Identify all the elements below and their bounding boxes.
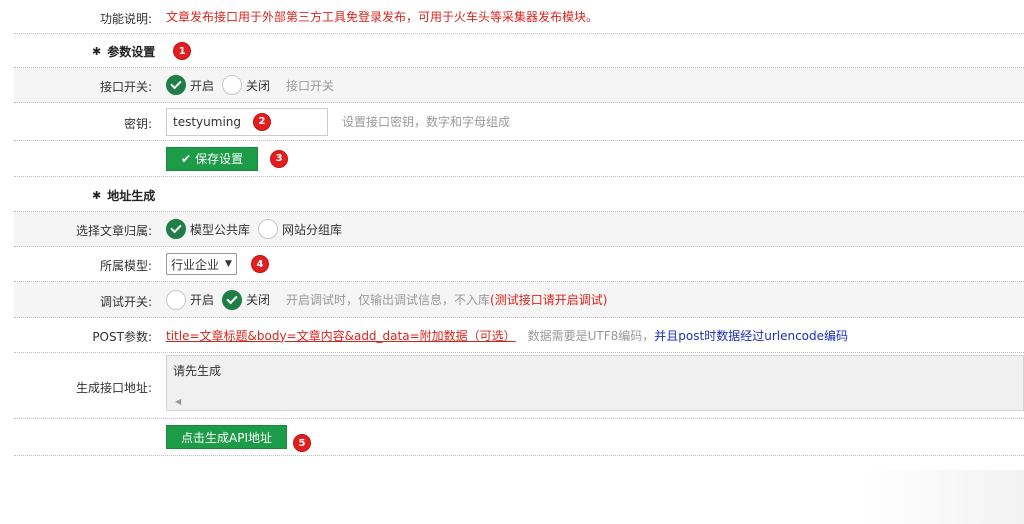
belong-public-radio[interactable]: 模型公共库 bbox=[166, 219, 250, 239]
interface-switch-group: 开启 关闭 接口开关 bbox=[166, 68, 334, 102]
secret-hint: 设置接口密钥，数字和字母组成 bbox=[342, 115, 511, 129]
badge-1: 1 bbox=[173, 42, 192, 60]
debug-group: 开启 关闭 开启调试时，仅输出调试信息，不入库 (测试接口请开启调试) bbox=[166, 282, 607, 317]
debug-hint: 开启调试时，仅输出调试信息，不入库 bbox=[286, 293, 491, 307]
belong-group-label: 网站分组库 bbox=[282, 222, 343, 237]
debug-off-label: 关闭 bbox=[246, 293, 271, 307]
gen-addr-value: 请先生成 bbox=[173, 364, 222, 378]
generate-api-button[interactable]: 点击生成API地址 bbox=[166, 425, 287, 449]
interface-off-radio[interactable]: 关闭 bbox=[222, 75, 270, 95]
model-select-value: 行业企业 bbox=[171, 257, 220, 272]
gen-addr-textarea[interactable]: 请先生成 ◀ bbox=[166, 355, 1024, 411]
belong-public-label: 模型公共库 bbox=[190, 222, 251, 237]
check-icon bbox=[166, 219, 186, 239]
debug-row: 调试开关: 开启 关闭 开启调试时，仅输出调试信息，不入库 (测试接口请开启调试… bbox=[14, 282, 1024, 318]
secret-input[interactable]: testyuming 2 bbox=[166, 107, 328, 136]
badge-3: 3 bbox=[270, 149, 289, 168]
section-params-title: 参数设置 bbox=[107, 44, 156, 59]
post-params-link[interactable]: title=文章标题&body=文章内容&add_data=附加数据（可选） bbox=[166, 327, 516, 344]
interface-switch-hint: 接口开关 bbox=[286, 78, 335, 93]
section-addr-title-wrap: ✱ 地址生成 bbox=[92, 187, 155, 204]
gen-button-cell: 点击生成API地址 5 bbox=[166, 419, 311, 455]
decorative-fade bbox=[860, 470, 1024, 524]
secret-cell: testyuming 2 设置接口密钥，数字和字母组成 bbox=[166, 103, 510, 140]
debug-on-label: 开启 bbox=[190, 293, 215, 307]
interface-on-label: 开启 bbox=[190, 78, 215, 93]
section-params-title-wrap: ✱ 参数设置 1 bbox=[92, 42, 192, 60]
check-icon bbox=[166, 75, 186, 95]
gen-addr-row: 生成接口地址: 请先生成 ◀ bbox=[14, 353, 1024, 419]
post-note-blue: 并且post时数据经过urlencode编码 bbox=[654, 328, 849, 343]
belong-group-radio[interactable]: 网站分组库 bbox=[258, 219, 342, 239]
belong-label: 选择文章归属: bbox=[75, 224, 152, 238]
section-params: ✱ 参数设置 1 bbox=[14, 34, 1024, 68]
model-select[interactable]: 行业企业 ▼ bbox=[166, 253, 237, 275]
gear-icon: ✱ bbox=[92, 189, 102, 202]
save-button[interactable]: ✔ 保存设置 bbox=[166, 146, 259, 171]
section-addr: ✱ 地址生成 bbox=[14, 177, 1024, 212]
secret-value: testyuming bbox=[173, 114, 241, 129]
section-addr-title: 地址生成 bbox=[107, 189, 156, 203]
belong-group: 模型公共库 网站分组库 bbox=[166, 212, 350, 246]
check-icon: ✔ bbox=[181, 151, 192, 166]
debug-hint-red: (测试接口请开启调试) bbox=[490, 293, 608, 307]
secret-label: 密钥: bbox=[123, 117, 152, 131]
func-label: 功能说明: bbox=[99, 12, 152, 26]
badge-2: 2 bbox=[253, 112, 271, 131]
scroll-left-icon[interactable]: ◀ bbox=[175, 397, 181, 406]
debug-off-radio[interactable]: 关闭 bbox=[222, 289, 271, 310]
model-row: 所属模型: 行业企业 ▼ 4 bbox=[14, 247, 1024, 282]
check-icon bbox=[222, 289, 243, 310]
model-cell: 行业企业 ▼ 4 bbox=[166, 247, 269, 281]
save-button-label: 保存设置 bbox=[195, 152, 244, 166]
debug-label: 调试开关: bbox=[99, 295, 152, 309]
radio-empty-icon bbox=[222, 75, 243, 95]
save-cell: ✔ 保存设置 3 bbox=[166, 141, 289, 176]
interface-on-radio[interactable]: 开启 bbox=[166, 75, 214, 95]
post-label: POST参数: bbox=[92, 330, 152, 344]
interface-switch-label: 接口开关: bbox=[99, 80, 152, 94]
secret-row: 密钥: testyuming 2 设置接口密钥，数字和字母组成 bbox=[14, 103, 1024, 141]
gen-button-row: 点击生成API地址 5 bbox=[14, 419, 1024, 456]
belong-row: 选择文章归属: 模型公共库 网站分组库 bbox=[14, 212, 1024, 247]
post-row: POST参数: title=文章标题&body=文章内容&add_data=附加… bbox=[14, 318, 1024, 353]
post-note-gray: 数据需要是UTF8编码， bbox=[527, 328, 655, 343]
func-row: 功能说明: 文章发布接口用于外部第三方工具免登录发布，可用于火车头等采集器发布模… bbox=[14, 0, 1024, 34]
func-desc: 文章发布接口用于外部第三方工具免登录发布，可用于火车头等采集器发布模块。 bbox=[166, 10, 599, 24]
badge-5: 5 bbox=[293, 434, 311, 452]
interface-switch-row: 接口开关: 开启 关闭 接口开关 bbox=[14, 68, 1024, 103]
save-row: ✔ 保存设置 3 bbox=[14, 141, 1024, 177]
chevron-down-icon: ▼ bbox=[225, 259, 232, 269]
radio-empty-icon bbox=[166, 289, 186, 310]
interface-off-label: 关闭 bbox=[246, 78, 271, 93]
gen-addr-label: 生成接口地址: bbox=[75, 381, 152, 395]
badge-4: 4 bbox=[250, 255, 269, 273]
post-cell: title=文章标题&body=文章内容&add_data=附加数据（可选） 数… bbox=[166, 318, 848, 352]
gear-icon: ✱ bbox=[92, 44, 102, 58]
model-label: 所属模型: bbox=[99, 259, 152, 273]
debug-on-radio[interactable]: 开启 bbox=[166, 289, 215, 310]
radio-empty-icon bbox=[258, 219, 279, 239]
